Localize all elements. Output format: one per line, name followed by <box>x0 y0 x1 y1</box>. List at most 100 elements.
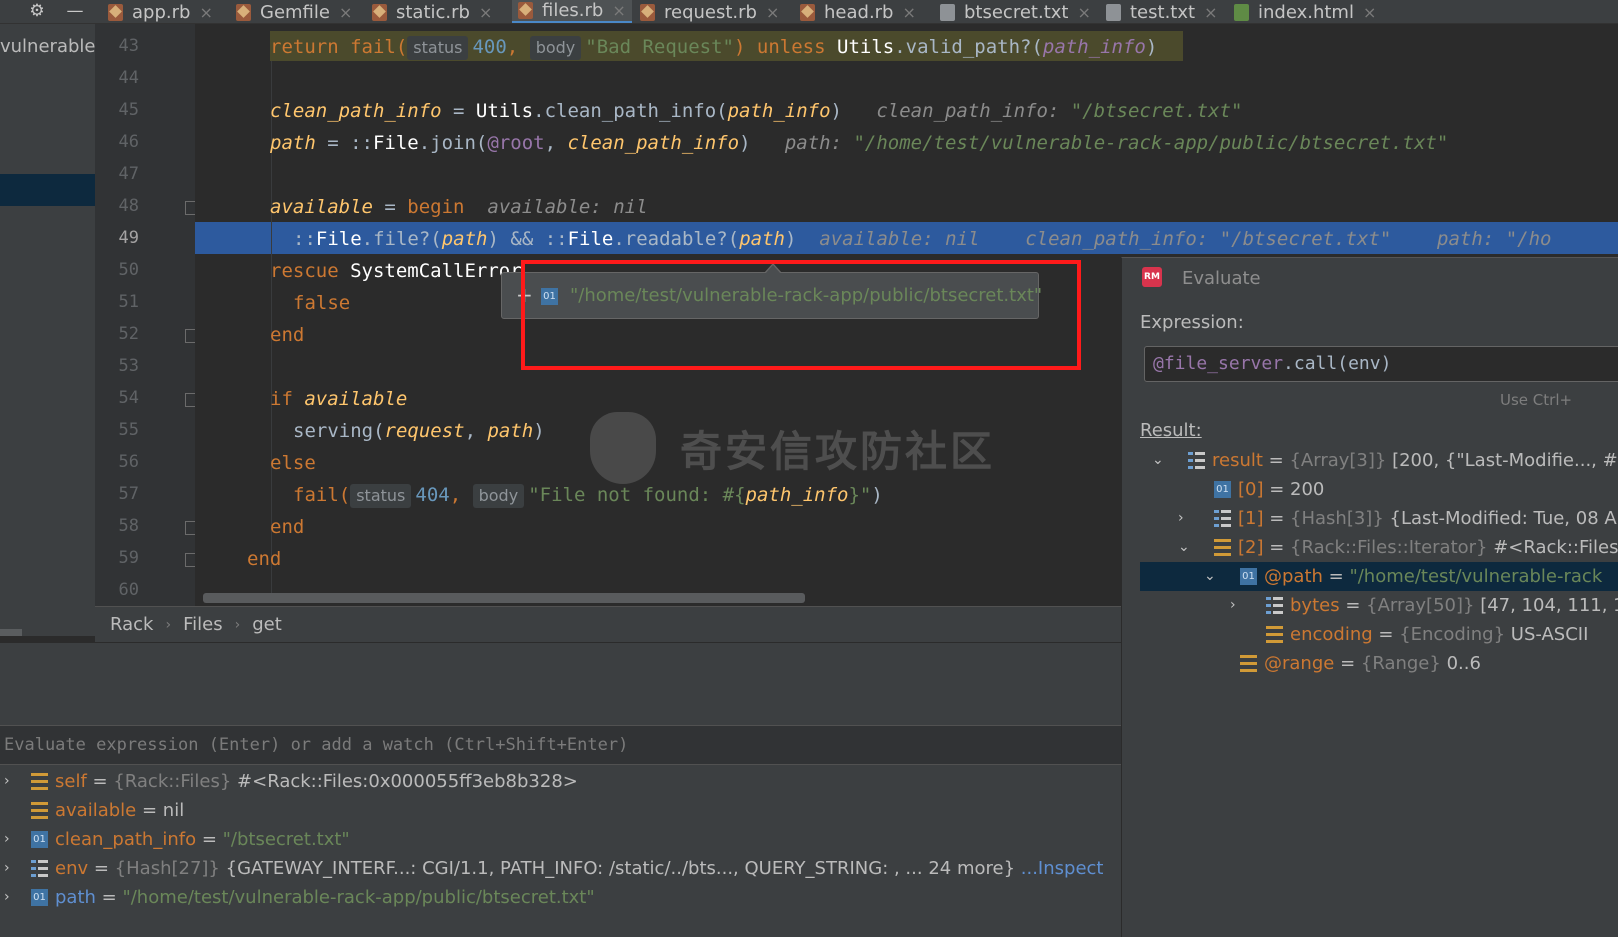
tab-static-rb[interactable]: static.rb × <box>372 0 492 23</box>
result-value: {Last-Modified: Tue, 08 Ap <box>1383 508 1618 529</box>
evaluate-title: Evaluate <box>1182 268 1261 289</box>
variable-eq: = <box>136 800 163 821</box>
object-field-icon <box>1214 539 1231 556</box>
result-type: {Array[50]} <box>1366 595 1475 616</box>
ruby-file-icon <box>518 2 533 19</box>
result-row[interactable]: encoding = {Encoding} US-ASCII <box>1140 620 1618 649</box>
chevron-right-icon[interactable]: › <box>1230 591 1236 620</box>
variable-row-self[interactable]: › self = {Rack::Files} #<Rack::Files:0x00… <box>0 767 1121 796</box>
text-file-icon <box>940 3 955 21</box>
tab-label: static.rb <box>396 1 470 23</box>
result-text: @path = "/home/test/vulnerable-rack <box>1264 562 1602 591</box>
result-row[interactable]: ⌄ [2] = {Rack::Files::Iterator} #<Rack::F… <box>1140 533 1618 562</box>
close-icon[interactable]: × <box>766 3 779 22</box>
tab-gemfile[interactable]: Gemfile × <box>236 0 352 23</box>
variable-name: env <box>55 858 89 879</box>
value-type-icon: 01 <box>1240 568 1257 585</box>
result-type: {Hash[3]} <box>1290 508 1384 529</box>
variable-value: #<Rack::Files:0x000055ff3eb8b328> <box>231 771 578 792</box>
result-type: {Rack::Files::Iterator} <box>1290 537 1488 558</box>
chevron-right-icon[interactable]: › <box>4 854 10 883</box>
code-line-56: else <box>270 452 316 474</box>
array-type-icon <box>1188 452 1205 469</box>
line-number: 51 <box>118 292 139 312</box>
close-icon[interactable]: × <box>612 1 625 20</box>
result-row[interactable]: › [1] = {Hash[3]} {Last-Modified: Tue, 08… <box>1140 504 1618 533</box>
result-row[interactable]: › bytes = {Array[50]} [47, 104, 111, 1 <box>1140 591 1618 620</box>
breadcrumb: Rack › Files › get <box>95 606 1123 642</box>
result-label: Result: <box>1140 420 1202 441</box>
debugger-variables-panel: Evaluate expression (Enter) or add a wat… <box>0 642 1121 937</box>
variable-eq: = <box>196 829 223 850</box>
ruby-file-icon <box>372 3 387 21</box>
project-selected-row[interactable] <box>0 174 95 206</box>
variable-row-available[interactable]: available = nil <box>0 796 1121 825</box>
ruby-file-icon <box>108 3 123 21</box>
tab-files-rb[interactable]: files.rb × <box>512 0 632 23</box>
chevron-down-icon[interactable]: ⌄ <box>1204 562 1216 591</box>
result-row[interactable]: ⌄ 01 @path = "/home/test/vulnerable-rack <box>1140 562 1618 591</box>
line-number: 46 <box>118 132 139 152</box>
gear-icon[interactable]: ⚙ <box>22 0 52 23</box>
line-number: 50 <box>118 260 139 280</box>
tab-index-html[interactable]: index.html × <box>1234 0 1376 23</box>
variable-eq: = <box>95 887 123 908</box>
chevron-right-icon[interactable]: › <box>1178 504 1184 533</box>
close-icon[interactable]: × <box>479 3 492 22</box>
result-text: [2] = {Rack::Files::Iterator} #<Rack::Fi… <box>1238 533 1618 562</box>
close-icon[interactable]: × <box>903 3 916 22</box>
variable-row-clean_path_info[interactable]: › 01 clean_path_info = "/btsecret.txt" <box>0 825 1121 854</box>
tab-test-txt[interactable]: test.txt × <box>1106 0 1217 23</box>
chevron-down-icon[interactable]: ⌄ <box>1178 533 1190 562</box>
tab-head-rb[interactable]: head.rb × <box>800 0 916 23</box>
tab-label: app.rb <box>132 1 191 23</box>
inspect-link[interactable]: ...Inspect <box>1015 858 1104 879</box>
code-line-46: path = ::File.join(@root, clean_path_inf… <box>270 132 1449 154</box>
result-text: @range = {Range} 0..6 <box>1264 649 1481 678</box>
chevron-right-icon[interactable]: › <box>4 767 10 796</box>
evaluate-expression-input[interactable]: Evaluate expression (Enter) or add a wat… <box>0 725 1121 765</box>
tab-request-rb[interactable]: request.rb × <box>640 0 779 23</box>
variable-row-path[interactable]: › 01 path = "/home/test/vulnerable-rack-ap… <box>0 883 1121 912</box>
breadcrumb-item[interactable]: Files <box>183 614 223 635</box>
result-row[interactable]: ⌄ result = {Array[3]} [200, {"Last-Modifi… <box>1140 446 1618 475</box>
chevron-right-icon[interactable]: › <box>4 825 10 854</box>
close-icon[interactable]: × <box>1204 3 1217 22</box>
project-name[interactable]: vulnerable- <box>0 36 95 57</box>
ruby-file-icon <box>236 3 251 21</box>
result-value: US-ASCII <box>1505 624 1589 645</box>
breadcrumb-item[interactable]: Rack <box>110 614 153 635</box>
chevron-right-icon[interactable]: › <box>4 883 10 912</box>
variable-text: env = {Hash[27]} {GATEWAY_INTERF...: CGI… <box>55 854 1103 883</box>
shortcut-hint: Use Ctrl+ <box>1500 391 1573 409</box>
close-icon[interactable]: × <box>199 3 212 22</box>
tab-btsecret-txt[interactable]: btsecret.txt × <box>940 0 1091 23</box>
result-row[interactable]: 01 [0] = 200 <box>1140 475 1618 504</box>
code-line-43: return fail(status 400, body "Bad Request"… <box>270 36 1158 60</box>
result-row[interactable]: @range = {Range} 0..6 <box>1140 649 1618 678</box>
close-icon[interactable]: × <box>1363 3 1376 22</box>
tab-label: Gemfile <box>260 1 330 23</box>
ruby-file-icon <box>800 3 815 21</box>
chevron-down-icon[interactable]: ⌄ <box>1152 446 1164 475</box>
result-eq: = <box>1372 624 1400 645</box>
code-line-55: serving(request, path) <box>293 420 545 442</box>
expression-field[interactable]: @file_server.call(env) <box>1144 346 1618 382</box>
project-scrollbar[interactable] <box>0 629 22 636</box>
close-icon[interactable]: × <box>1077 3 1090 22</box>
code-line-51: false <box>293 292 351 314</box>
breadcrumb-item[interactable]: get <box>252 614 282 635</box>
tab-label: index.html <box>1258 1 1354 23</box>
close-icon[interactable]: × <box>339 3 352 22</box>
result-eq: = <box>1334 653 1361 674</box>
expression-label: Expression: <box>1140 312 1244 333</box>
object-field-icon <box>1240 655 1257 672</box>
minimize-icon[interactable]: — <box>60 0 90 23</box>
result-eq: = <box>1262 450 1290 471</box>
tab-app-rb[interactable]: app.rb × <box>108 0 213 23</box>
result-name: [1] <box>1238 508 1264 529</box>
hash-type-icon <box>31 860 48 877</box>
line-number: 43 <box>118 36 139 56</box>
variable-row-env[interactable]: › env = {Hash[27]} {GATEWAY_INTERF...: CG… <box>0 854 1121 883</box>
editor-horizontal-scrollbar[interactable] <box>203 593 805 603</box>
